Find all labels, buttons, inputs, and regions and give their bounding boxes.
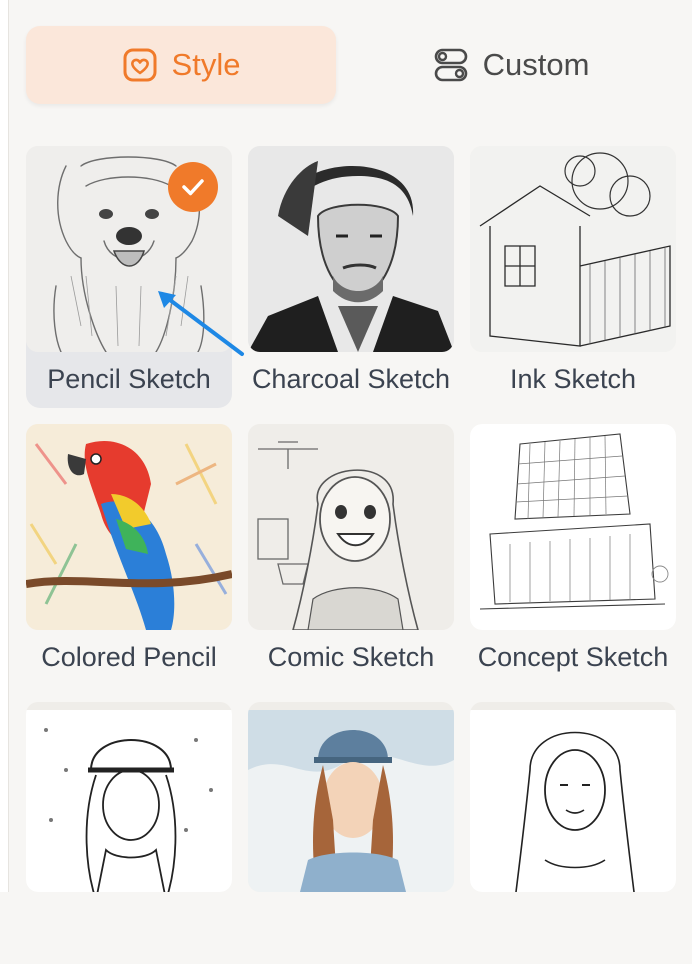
style-card-colored-pencil[interactable]: Colored Pencil — [26, 424, 232, 686]
tab-custom[interactable]: Custom — [356, 26, 666, 104]
style-card-charcoal-sketch[interactable]: Charcoal Sketch — [248, 146, 454, 408]
style-card-label: Comic Sketch — [267, 642, 435, 672]
parrot-colored-pencil-image — [26, 424, 232, 630]
girl-comic-sketch-image — [248, 424, 454, 630]
man-charcoal-portrait-image — [248, 146, 454, 352]
tab-style[interactable]: Style — [26, 26, 336, 104]
style-card-label: Concept Sketch — [477, 642, 669, 672]
style-card-ink-sketch[interactable]: Ink Sketch — [470, 146, 676, 408]
style-card-line-portrait[interactable] — [470, 702, 676, 964]
pointer-arrow-icon — [158, 291, 244, 356]
style-mode-tabs: Style Custom — [26, 26, 666, 104]
girl-beanie-line-art-image — [26, 702, 232, 892]
building-concept-sketch-image — [470, 424, 676, 630]
style-card-watercolor-portrait[interactable] — [248, 702, 454, 964]
style-card-pencil-sketch[interactable]: Pencil Sketch — [26, 146, 232, 408]
woman-line-portrait-image — [470, 702, 676, 892]
style-card-label: Pencil Sketch — [47, 364, 211, 394]
style-card-line-art-beanie[interactable] — [26, 702, 232, 964]
style-card-label: Colored Pencil — [41, 642, 217, 672]
style-card-concept-sketch[interactable]: Concept Sketch — [470, 424, 676, 686]
left-rail — [0, 0, 9, 892]
tab-custom-label: Custom — [482, 47, 590, 82]
toggle-settings-icon — [434, 48, 467, 82]
girl-watercolor-portrait-image — [248, 702, 454, 892]
style-card-label: Charcoal Sketch — [251, 364, 451, 394]
heart-frame-icon — [123, 48, 157, 82]
selected-check-icon — [168, 162, 218, 212]
house-ink-drawing-image — [470, 146, 676, 352]
style-card-comic-sketch[interactable]: Comic Sketch — [248, 424, 454, 686]
style-card-label: Ink Sketch — [509, 364, 637, 394]
tab-style-label: Style — [171, 47, 241, 82]
